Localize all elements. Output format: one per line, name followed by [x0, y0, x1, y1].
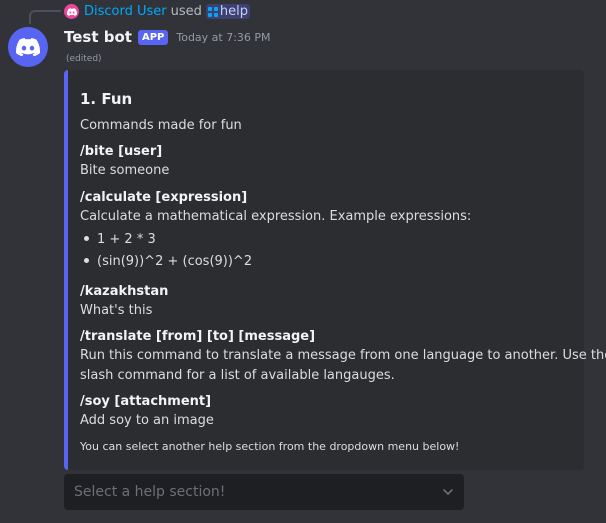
chevron-down-icon — [443, 489, 453, 495]
field-value: Calculate a mathematical expression. Exa… — [80, 209, 472, 224]
field-name: /soy [attachment] — [80, 394, 212, 409]
user-avatar[interactable] — [64, 4, 79, 19]
edited-label: (edited) — [66, 54, 102, 64]
embed-title: 1. Fun — [80, 90, 133, 108]
field-value: Add soy to an image — [80, 413, 214, 428]
field-value: What's this — [80, 303, 153, 318]
discord-logo-icon — [16, 38, 40, 56]
help-section-select[interactable]: Select a help section! — [64, 474, 464, 510]
field-value: Bite someone — [80, 163, 170, 178]
embed-description: Commands made for fun — [80, 118, 242, 133]
field-value-line: Run this command to translate a message … — [80, 348, 606, 363]
help-embed: 1. Fun Commands made for fun /bite [user… — [64, 70, 606, 470]
bot-avatar[interactable] — [8, 27, 48, 67]
field-name: /translate [from] [to] [message] — [80, 329, 316, 344]
embed-footer-text: You can select another help section from… — [80, 440, 460, 453]
list-item: (sin(9))^2 + (cos(9))^2 — [84, 254, 252, 269]
field-name: /bite [user] — [80, 144, 163, 159]
reply-spine — [29, 10, 61, 24]
interaction-used-text: used — [170, 4, 202, 19]
message-timestamp[interactable]: Today at 7:36 PM — [176, 31, 270, 44]
field-name: /kazakhstan — [80, 284, 169, 299]
select-placeholder: Select a help section! — [74, 484, 226, 500]
message-header: Test bot APP Today at 7:36 PM — [64, 27, 271, 47]
interaction-line: Discord User used help — [64, 3, 251, 20]
app-badge: APP — [137, 29, 169, 45]
app-command-icon — [207, 6, 218, 17]
field-name: /calculate [expression] — [80, 190, 248, 205]
list-item: 1 + 2 * 3 — [84, 232, 156, 247]
discord-logo-icon — [66, 7, 77, 16]
command-name: help — [219, 4, 249, 19]
interaction-username[interactable]: Discord User — [84, 4, 167, 19]
command-mention[interactable]: help — [205, 4, 251, 19]
field-value-line: slash command for a list of available la… — [80, 368, 395, 383]
bot-username[interactable]: Test bot — [64, 28, 132, 46]
